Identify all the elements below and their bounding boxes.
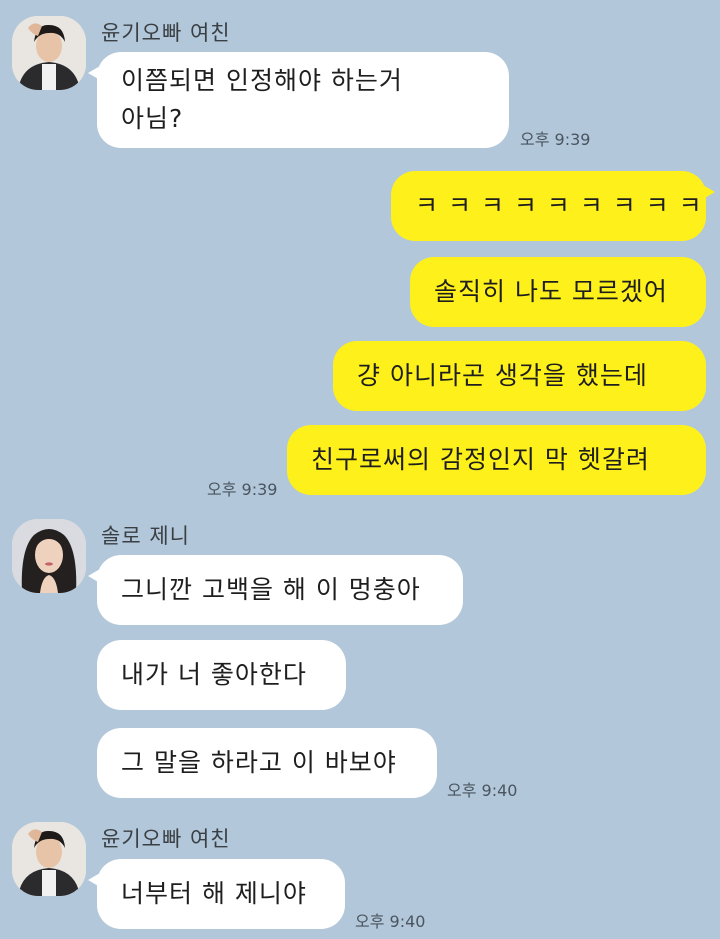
message-timestamp: 오후 9:39 [520, 130, 591, 149]
message-text-line: 이쯤되면 인정해야 하는거 [121, 66, 403, 95]
incoming-message-bubble[interactable]: 그니깐 고백을 해 이 멍충아 [88, 555, 463, 625]
avatar-yoongi-girlfriend[interactable] [12, 822, 86, 896]
outgoing-message-bubble[interactable]: 걍 아니라곤 생각을 했는데 [333, 341, 706, 411]
outgoing-message-bubble[interactable]: 솔직히 나도 모르겠어 [410, 257, 706, 327]
sender-name: 윤기오빠 여친 [101, 21, 231, 45]
message-text-line: 아님? [121, 104, 184, 133]
sender-name: 윤기오빠 여친 [101, 827, 231, 851]
profile-photo-icon [12, 822, 86, 896]
incoming-message-bubble[interactable]: 그 말을 하라고 이 바보야 [97, 728, 437, 798]
incoming-message-bubble[interactable]: 이쯤되면 인정해야 하는거 아님? [88, 52, 509, 148]
avatar-solo-jennie[interactable] [12, 519, 86, 593]
message-timestamp: 오후 9:39 [207, 480, 278, 499]
incoming-message-bubble[interactable]: 내가 너 좋아한다 [97, 640, 346, 710]
outgoing-message-bubble[interactable]: 친구로써의 감정인지 막 헷갈려 [287, 425, 706, 495]
avatar-yoongi-girlfriend[interactable] [12, 16, 86, 90]
sender-name: 솔로 제니 [101, 524, 190, 548]
profile-photo-icon [12, 16, 86, 90]
incoming-message-bubble[interactable]: 너부터 해 제니야 [88, 859, 345, 929]
profile-photo-icon [12, 519, 86, 593]
message-timestamp: 오후 9:40 [447, 781, 518, 800]
message-timestamp: 오후 9:40 [355, 912, 426, 931]
outgoing-message-bubble[interactable]: ㅋ ㅋ ㅋ ㅋ ㅋ ㅋ ㅋ ㅋ ㅋ [391, 171, 715, 241]
